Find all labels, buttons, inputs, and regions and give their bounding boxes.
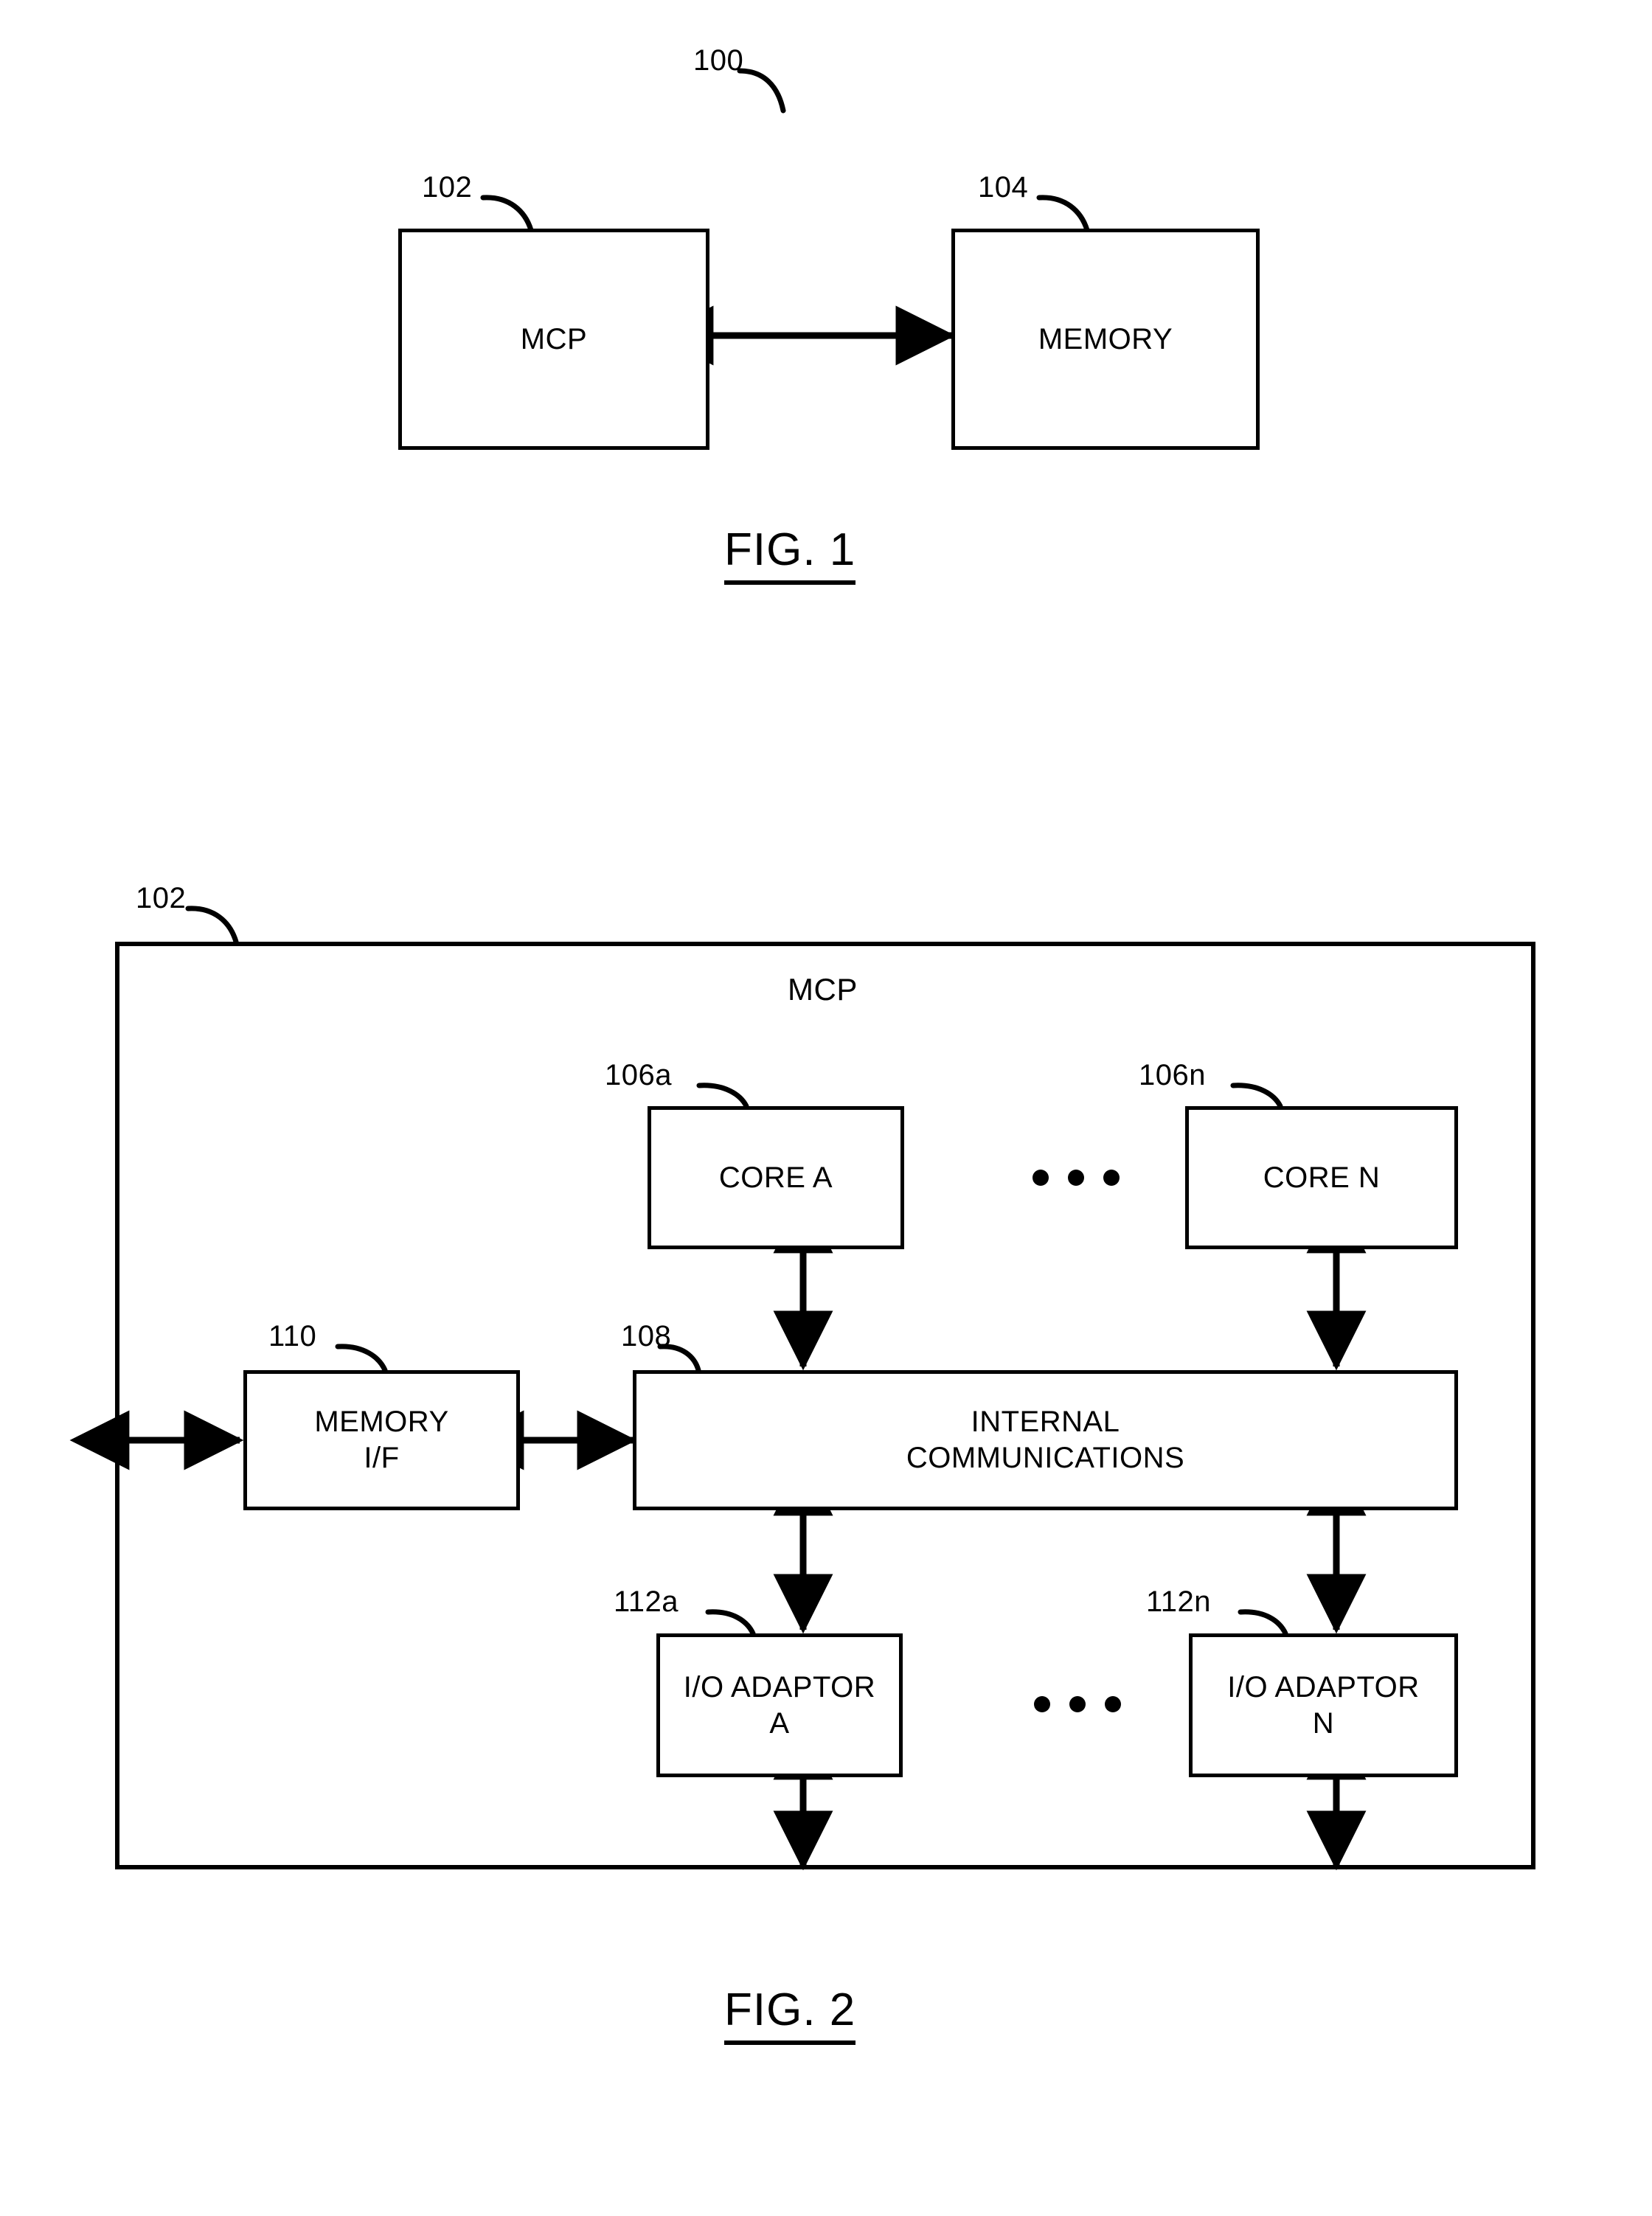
io-adaptor-a-label: I/O ADAPTOR A (684, 1670, 875, 1742)
patent-drawing-sheet: 100 102 104 MCP MEMORY FIG. 1 102 MCP 10… (0, 0, 1652, 2216)
io-adaptor-a-line1: I/O ADAPTOR (683, 1670, 876, 1703)
reference-numeral-110: 110 (268, 1320, 317, 1352)
core-n-label: CORE N (1263, 1161, 1381, 1194)
ellipsis-dot (1032, 1170, 1049, 1186)
reference-numeral-102-fig2: 102 (136, 882, 187, 914)
internal-communications-block: INTERNAL COMMUNICATIONS (633, 1370, 1458, 1510)
mcp-block-fig1: MCP (398, 229, 709, 450)
io-adaptor-n-line2: N (1312, 1706, 1335, 1740)
ellipsis-dot (1068, 1170, 1084, 1186)
core-n-block: CORE N (1185, 1106, 1458, 1249)
internal-communications-label: INTERNAL COMMUNICATIONS (906, 1404, 1184, 1476)
ellipsis-dot (1105, 1696, 1121, 1712)
reference-numeral-112n: 112n (1146, 1585, 1212, 1618)
reference-numeral-100: 100 (693, 44, 744, 77)
reference-numeral-106a: 106a (605, 1059, 672, 1091)
io-adaptor-n-label: I/O ADAPTOR N (1227, 1670, 1419, 1742)
core-a-block: CORE A (648, 1106, 904, 1249)
io-adaptor-a-line2: A (769, 1706, 790, 1740)
memory-if-block: MEMORY I/F (243, 1370, 520, 1510)
memory-if-label: MEMORY I/F (314, 1404, 448, 1476)
io-adaptor-a-block: I/O ADAPTOR A (656, 1633, 903, 1777)
reference-numeral-104: 104 (978, 171, 1029, 204)
internal-communications-line1: INTERNAL (971, 1406, 1120, 1439)
reference-numeral-102-fig1: 102 (422, 171, 473, 204)
core-a-label: CORE A (718, 1161, 833, 1194)
reference-numeral-108: 108 (621, 1320, 672, 1352)
io-adaptor-n-line1: I/O ADAPTOR (1227, 1670, 1420, 1703)
reference-numeral-106n: 106n (1139, 1059, 1206, 1091)
core-ellipsis (1032, 1170, 1120, 1186)
figure-2-caption: FIG. 2 (724, 1984, 856, 2045)
mcp-container-title: MCP (788, 972, 858, 1007)
internal-communications-line2: COMMUNICATIONS (906, 1442, 1185, 1474)
memory-if-label-line2: I/F (364, 1442, 400, 1474)
memory-if-label-line1: MEMORY (314, 1406, 449, 1439)
ellipsis-dot (1034, 1696, 1050, 1712)
ellipsis-dot (1103, 1170, 1120, 1186)
mcp-block-label: MCP (520, 322, 588, 355)
memory-block-label: MEMORY (1038, 322, 1173, 355)
ellipsis-dot (1069, 1696, 1086, 1712)
figure-1-caption: FIG. 1 (724, 524, 856, 585)
memory-block-fig1: MEMORY (951, 229, 1260, 450)
io-adaptor-n-block: I/O ADAPTOR N (1189, 1633, 1458, 1777)
reference-numeral-112a: 112a (614, 1585, 679, 1618)
io-ellipsis (1034, 1696, 1121, 1712)
